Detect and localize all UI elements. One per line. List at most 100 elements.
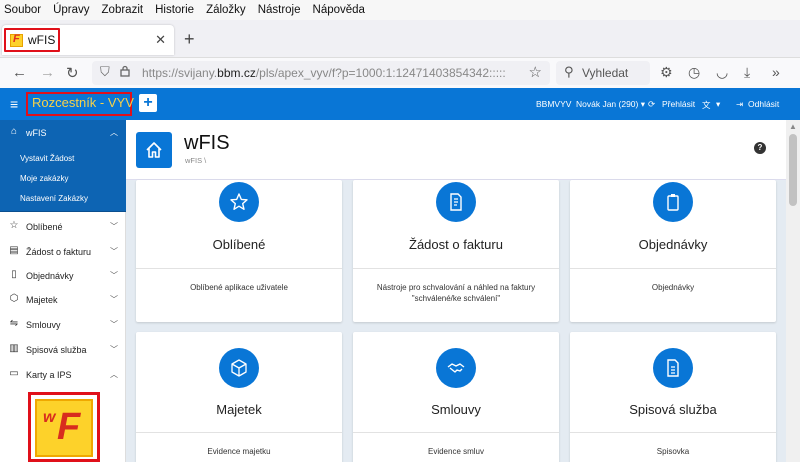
card-divider — [570, 432, 776, 433]
hamburger-menu-icon[interactable]: ≡ — [10, 96, 18, 112]
chevron-down-icon[interactable]: ﹀ — [110, 246, 118, 257]
bookmark-star-icon[interactable]: ☆ — [529, 63, 542, 81]
forward-icon[interactable]: → — [40, 64, 55, 81]
card-divider — [570, 268, 776, 269]
invoice-icon: ▤ — [9, 245, 19, 256]
menu-edit[interactable]: Úpravy — [53, 4, 89, 16]
menu-bookmarks[interactable]: Záložky — [206, 4, 246, 16]
scroll-up-icon[interactable]: ▲ — [789, 122, 797, 131]
logout-icon[interactable]: ⇥ — [736, 99, 743, 110]
card-majetek[interactable]: Majetek Evidence majetku — [136, 332, 342, 462]
cube-icon — [219, 348, 259, 388]
card-title: Objednávky — [638, 237, 708, 252]
user-menu[interactable]: Novák Jan (290) ▾ — [576, 99, 645, 110]
sidebar-item-label: Oblíbené — [26, 222, 63, 232]
new-tab-icon[interactable]: + — [184, 29, 195, 50]
home-tile-icon — [136, 132, 172, 168]
language-icon[interactable]: 文 — [702, 99, 711, 111]
navigation-toolbar: ← → ↻ ⛉ https://svijany.bbm.cz/pls/apex_… — [0, 58, 800, 88]
card-title: Žádost o fakturu — [409, 237, 503, 252]
sidebar-item-label: Majetek — [26, 295, 58, 305]
card-divider — [353, 268, 559, 269]
card-smlouvy[interactable]: Smlouvy Evidence smluv — [353, 332, 559, 462]
chevron-down-icon[interactable]: ﹀ — [110, 221, 118, 232]
sidebar-item-label: Žádost o fakturu — [26, 247, 92, 257]
chevron-up-icon[interactable]: ︿ — [110, 369, 118, 380]
handshake-icon: ⇋ — [9, 318, 19, 329]
add-button[interactable]: + — [139, 94, 157, 112]
card-description: Nástroje pro schvalování a náhled na fak… — [376, 283, 536, 303]
help-icon[interactable]: ? — [754, 142, 766, 154]
reload-icon[interactable]: ↻ — [66, 64, 79, 82]
app-title[interactable]: Rozcestník - VYV — [32, 95, 134, 110]
sidebar-item-oblibene[interactable]: ☆ Oblíbené ﹀ — [0, 214, 126, 239]
url-text: https://svijany.bbm.cz/pls/apex_vyv/f?p=… — [142, 66, 506, 80]
handshake-icon — [436, 348, 476, 388]
card-description: Objednávky — [651, 283, 695, 292]
menu-tools[interactable]: Nástroje — [258, 4, 301, 16]
page-scrollbar[interactable]: ▲ — [786, 120, 800, 462]
card-icon: ▭ — [9, 368, 19, 379]
card-description: Evidence smluv — [427, 447, 485, 456]
chevron-up-icon[interactable]: ︿ — [110, 127, 118, 138]
sidebar-item-zadost[interactable]: ▤ Žádost o fakturu ﹀ — [0, 239, 126, 264]
sidebar-item-objednavky[interactable]: ▯ Objednávky ﹀ — [0, 263, 126, 288]
card-title: Smlouvy — [431, 402, 481, 417]
tab-highlight-box — [4, 28, 60, 52]
chevron-down-icon[interactable]: ﹀ — [110, 270, 118, 281]
logout-link[interactable]: Odhlásit — [748, 99, 779, 109]
card-description: Spisovka — [656, 447, 690, 456]
tab-strip: wFIS ✕ + — [0, 20, 800, 58]
switch-login-link[interactable]: Přehlásit — [662, 99, 695, 109]
refresh-icon[interactable]: ⟳ — [648, 99, 655, 110]
language-menu[interactable]: ▾ — [716, 99, 720, 110]
menu-view[interactable]: Zobrazit — [102, 4, 144, 16]
logo-highlight-box — [28, 392, 100, 462]
sidebar-subitem[interactable]: Vystavit Žádost — [20, 154, 74, 163]
sidebar-subitem[interactable]: Nastavení Zakázky — [20, 194, 88, 203]
browser-tab[interactable]: wFIS ✕ — [2, 25, 174, 55]
card-description: Oblíbené aplikace uživatele — [190, 283, 288, 292]
history-clock-icon[interactable]: ◷ — [688, 64, 700, 81]
card-description: Evidence majetku — [207, 447, 271, 456]
sidebar-item-karty[interactable]: ▭ Karty a IPS ︿ — [0, 362, 126, 387]
sidebar-item-smlouvy[interactable]: ⇋ Smlouvy ﹀ — [0, 312, 126, 337]
cube-icon: ⬡ — [9, 293, 19, 304]
sidebar-item-label: wFIS — [26, 128, 47, 138]
overflow-menu-icon[interactable]: » — [772, 64, 780, 80]
card-oblibene[interactable]: Oblíbené Oblíbené aplikace uživatele — [136, 180, 342, 322]
shield-icon[interactable]: ⛉ — [100, 64, 110, 80]
sidebar-item-spisova[interactable]: ▥ Spisová služba ﹀ — [0, 337, 126, 362]
url-bar[interactable]: ⛉ https://svijany.bbm.cz/pls/apex_vyv/f?… — [92, 61, 550, 85]
back-icon[interactable]: ← — [12, 64, 27, 81]
menu-file[interactable]: Soubor — [4, 4, 41, 16]
chevron-down-icon[interactable]: ﹀ — [110, 319, 118, 330]
download-icon[interactable]: ⤓ — [744, 64, 750, 81]
sidebar-divider — [0, 211, 126, 212]
chevron-down-icon[interactable]: ﹀ — [110, 294, 118, 305]
card-spisova-sluzba[interactable]: Spisová služba Spisovka — [570, 332, 776, 462]
menu-history[interactable]: Historie — [155, 4, 194, 16]
breadcrumb[interactable]: wFIS \ — [185, 156, 206, 165]
clipboard-icon — [653, 182, 693, 222]
search-box[interactable]: ⚲ Vyhledat — [556, 61, 650, 85]
pocket-icon[interactable]: ◡ — [716, 64, 728, 81]
sidebar-item-wfis[interactable]: ⌂ wFIS ︿ — [0, 120, 126, 145]
card-objednavky[interactable]: Objednávky Objednávky — [570, 180, 776, 322]
search-placeholder: Vyhledat — [582, 66, 629, 80]
close-tab-icon[interactable]: ✕ — [155, 32, 166, 48]
sidebar-subitem[interactable]: Moje zakázky — [20, 174, 68, 183]
sidebar-item-majetek[interactable]: ⬡ Majetek ﹀ — [0, 287, 126, 312]
card-title: Majetek — [216, 402, 262, 417]
card-zadost-o-fakturu[interactable]: Žádost o fakturu Nástroje pro schvalován… — [353, 180, 559, 322]
chevron-down-icon[interactable]: ﹀ — [110, 344, 118, 355]
sidebar: ⌂ wFIS ︿ Vystavit Žádost Moje zakázky Na… — [0, 120, 126, 462]
scroll-thumb[interactable] — [789, 134, 797, 206]
lock-icon[interactable] — [120, 65, 130, 77]
database-label: BBMVYV — [536, 99, 572, 109]
card-divider — [136, 432, 342, 433]
settings-gear-icon[interactable]: ⚙ — [660, 64, 673, 81]
search-icon: ⚲ — [564, 64, 574, 79]
document-icon: ▥ — [9, 343, 19, 354]
menu-help[interactable]: Nápověda — [313, 4, 365, 16]
